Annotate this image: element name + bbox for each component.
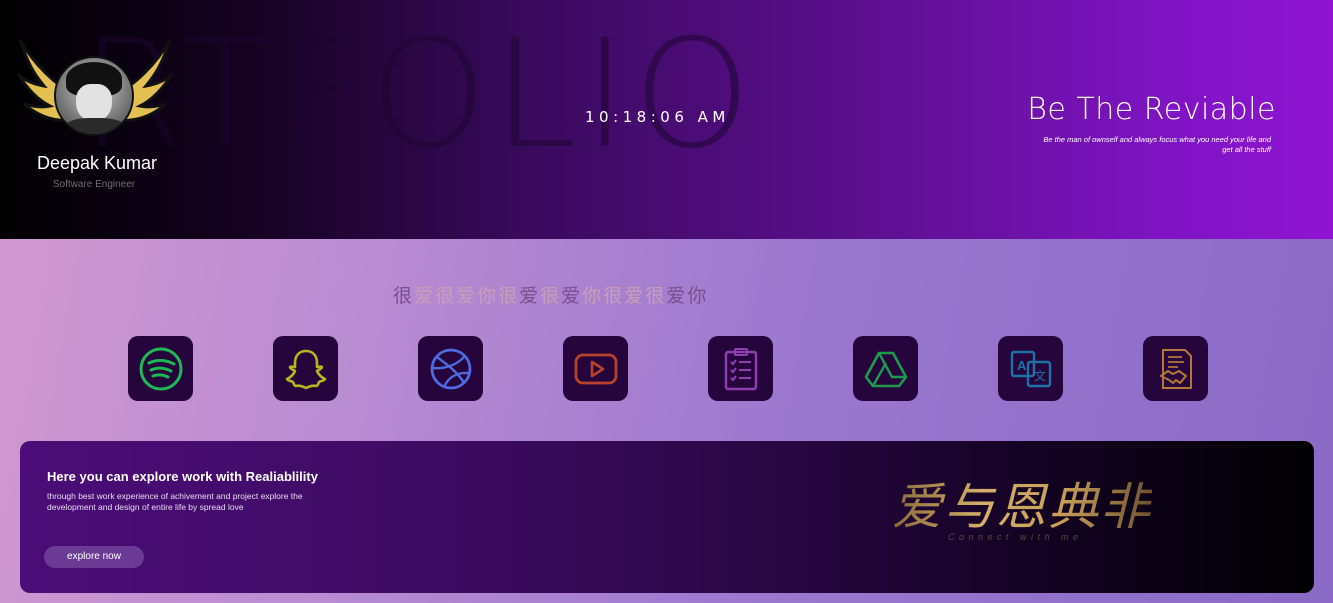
clock: 10:18:06 AM	[585, 108, 730, 126]
banner-description: through best work experience of achiveme…	[47, 491, 303, 512]
clipboard-icon	[724, 347, 757, 390]
snapchat-link[interactable]	[273, 336, 338, 401]
contract-link[interactable]	[1143, 336, 1208, 401]
dribbble-link[interactable]	[418, 336, 483, 401]
translate-link[interactable]: A 文	[998, 336, 1063, 401]
explore-banner: Here you can explore work with Realiabli…	[20, 441, 1314, 593]
decorative-chinese-line: 很爱很爱你很爱很爱你很爱很爱你	[393, 281, 708, 308]
svg-text:文: 文	[1034, 368, 1046, 383]
svg-text:A: A	[1017, 358, 1027, 373]
header: RTFOLIO Deepak Kumar Software Engineer 1…	[0, 0, 1333, 239]
background-word: RTFOLIO	[80, 8, 758, 182]
cn-char: 爱	[561, 285, 583, 307]
tagline: Be The Reviable	[1027, 92, 1276, 127]
clipboard-link[interactable]	[708, 336, 773, 401]
connect-with-me-link[interactable]: Connect with me	[948, 532, 1083, 542]
cn-char: 很	[393, 285, 415, 307]
cn-char: 爱	[456, 285, 478, 307]
cn-char: 很	[645, 285, 667, 307]
google-drive-link[interactable]	[853, 336, 918, 401]
banner-title: Here you can explore work with Realiabli…	[47, 469, 318, 484]
avatar	[54, 56, 134, 136]
cn-char: 爱	[666, 285, 688, 307]
profile-name: Deepak Kumar	[36, 153, 158, 173]
dribbble-icon	[430, 348, 471, 389]
youtube-icon	[574, 353, 617, 384]
cn-char: 你	[582, 285, 604, 307]
translate-icon: A 文	[1010, 350, 1051, 387]
snapchat-icon	[285, 349, 326, 389]
contract-handshake-icon	[1159, 348, 1192, 389]
cn-char: 爱	[519, 285, 541, 307]
spotify-icon	[139, 347, 182, 390]
cn-char: 爱	[624, 285, 646, 307]
cn-char: 爱	[414, 285, 436, 307]
youtube-link[interactable]	[563, 336, 628, 401]
profile-role: Software Engineer	[52, 179, 136, 190]
banner-chinese-text: 爱与恩典非	[892, 467, 1152, 539]
cn-char: 很	[603, 285, 625, 307]
cn-char: 很	[435, 285, 457, 307]
cn-char: 你	[687, 285, 709, 307]
cn-char: 你	[477, 285, 499, 307]
google-drive-icon	[864, 351, 907, 387]
cn-char: 很	[498, 285, 520, 307]
explore-now-button[interactable]: explore now	[44, 546, 144, 568]
spotify-link[interactable]	[128, 336, 193, 401]
tagline-subtext: Be the man of ownself and always focus w…	[1043, 135, 1271, 154]
cn-char: 很	[540, 285, 562, 307]
